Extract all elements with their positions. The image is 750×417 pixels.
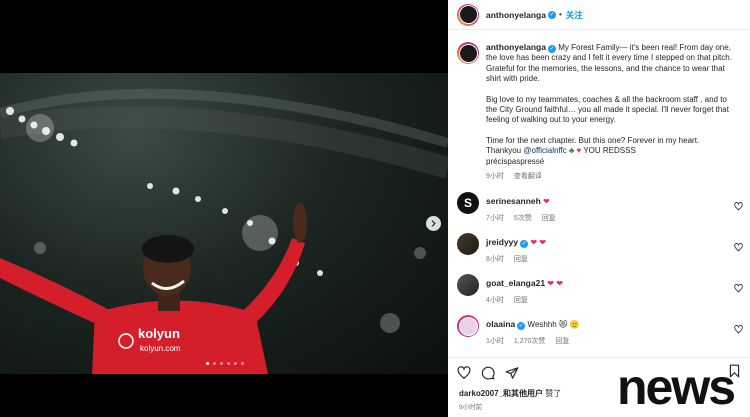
- caption-paragraph-2: Big love to my teammates, coaches & all …: [486, 94, 729, 125]
- like-comment-heart-icon[interactable]: [734, 284, 743, 293]
- comment-button[interactable]: [481, 366, 495, 380]
- carousel-dot: [227, 362, 230, 365]
- comment-username[interactable]: olaaina: [486, 319, 515, 329]
- share-icon: [505, 366, 519, 379]
- carousel-dot: [206, 362, 209, 365]
- carousel-dot: [220, 362, 223, 365]
- comment-icon: [481, 366, 495, 379]
- avatar[interactable]: [457, 274, 479, 297]
- post-header: anthonyelanga ✓ • 关注: [448, 0, 750, 30]
- comment-item: jreidyyy ✓ ❤ ❤ 8小时 回复: [448, 233, 750, 274]
- reply-button[interactable]: 回复: [514, 256, 528, 263]
- verified-icon: ✓: [547, 10, 556, 19]
- like-comment-heart-icon[interactable]: [734, 243, 743, 252]
- likes-suffix: 赞了: [545, 389, 562, 398]
- post-author-username[interactable]: anthonyelanga: [486, 10, 546, 20]
- heart-emoji-icon: ♥: [576, 146, 582, 156]
- likes-users[interactable]: darko2007_和其他用户: [459, 389, 543, 398]
- comment-time: 4小时: [486, 297, 504, 305]
- caption-paragraph-4: précispaspressé: [486, 156, 545, 166]
- comment-time: 8小时: [486, 256, 504, 264]
- like-button[interactable]: [457, 365, 471, 380]
- verified-icon: ✓: [547, 45, 556, 53]
- comment-item: S serinesanneh ❤ 7小时 5次赞 回复: [448, 192, 750, 233]
- avatar[interactable]: [457, 315, 479, 338]
- reply-button[interactable]: 回复: [514, 297, 528, 304]
- comment-username[interactable]: serinesanneh: [486, 196, 541, 206]
- post-timestamp: 9小时前: [459, 404, 483, 411]
- comment-username[interactable]: goat_elanga21: [486, 278, 545, 288]
- reply-button[interactable]: 回复: [542, 215, 556, 222]
- comment-time: 7小时: [486, 215, 504, 223]
- verified-icon: ✓: [517, 322, 526, 331]
- mention-link[interactable]: @officialnffc: [523, 146, 566, 155]
- avatar[interactable]: [457, 3, 479, 26]
- post-photo: kolyun kolyun.com: [0, 73, 448, 374]
- svg-text:kolyun: kolyun: [138, 326, 180, 341]
- comment-hearts: ❤: [543, 197, 550, 207]
- news-watermark-logo: news: [617, 359, 736, 415]
- comment-time: 1小时: [486, 338, 504, 346]
- comment-username[interactable]: jreidyyy: [486, 237, 518, 247]
- comment-hearts: ❤ ❤: [530, 238, 547, 248]
- post-details-panel: anthonyelanga ✓ • 关注 anthonyelanga ✓ My F…: [448, 0, 750, 417]
- svg-text:kolyun.com: kolyun.com: [140, 344, 181, 353]
- share-button[interactable]: [505, 366, 519, 380]
- caption-author-username[interactable]: anthonyelanga: [486, 42, 546, 52]
- comment-hearts: ❤ ❤: [547, 279, 563, 289]
- avatar[interactable]: [457, 42, 479, 64]
- separator-dot: •: [558, 10, 562, 19]
- next-photo-button[interactable]: [426, 216, 441, 231]
- media-pane: kolyun kolyun.com: [0, 0, 448, 417]
- like-comment-heart-icon[interactable]: [734, 202, 743, 211]
- avatar[interactable]: S: [457, 192, 479, 215]
- likes-summary[interactable]: darko2007_和其他用户 赞了: [459, 388, 561, 399]
- comment-item: goat_elanga21 ❤ ❤ 4小时 回复: [448, 274, 750, 315]
- like-comment-heart-icon[interactable]: [734, 325, 743, 334]
- comment-likes[interactable]: 5次赞: [514, 215, 532, 222]
- post-caption: anthonyelanga ✓ My Forest Family— it's be…: [448, 31, 750, 182]
- reply-button[interactable]: 回复: [555, 338, 569, 345]
- heart-icon: [457, 365, 471, 379]
- comment-item: olaaina ✓ Weshhh 😻 🫡 1小时 1,270次赞 回复: [448, 315, 750, 356]
- comment-emojis: 😻 🫡: [558, 320, 580, 330]
- watermark-text: news: [617, 359, 736, 415]
- caption-time: 9小时: [486, 173, 504, 181]
- tree-emoji-icon: ♣: [569, 146, 575, 156]
- comment-likes[interactable]: 1,270次赞: [514, 338, 546, 345]
- see-translation-link[interactable]: 查看翻译: [514, 173, 542, 180]
- carousel-dot: [213, 362, 216, 365]
- chevron-right-icon: [431, 220, 436, 227]
- carousel-dot: [234, 362, 237, 365]
- carousel-dots: [206, 362, 244, 365]
- avatar[interactable]: [457, 233, 479, 256]
- comments-scroll-area[interactable]: anthonyelanga ✓ My Forest Family— it's be…: [448, 31, 750, 356]
- caption-shoutout: YOU REDSSS: [583, 146, 636, 156]
- verified-icon: ✓: [520, 240, 529, 249]
- follow-button[interactable]: 关注: [566, 9, 583, 21]
- comment-text: Weshhh: [527, 320, 557, 330]
- carousel-dot: [241, 362, 244, 365]
